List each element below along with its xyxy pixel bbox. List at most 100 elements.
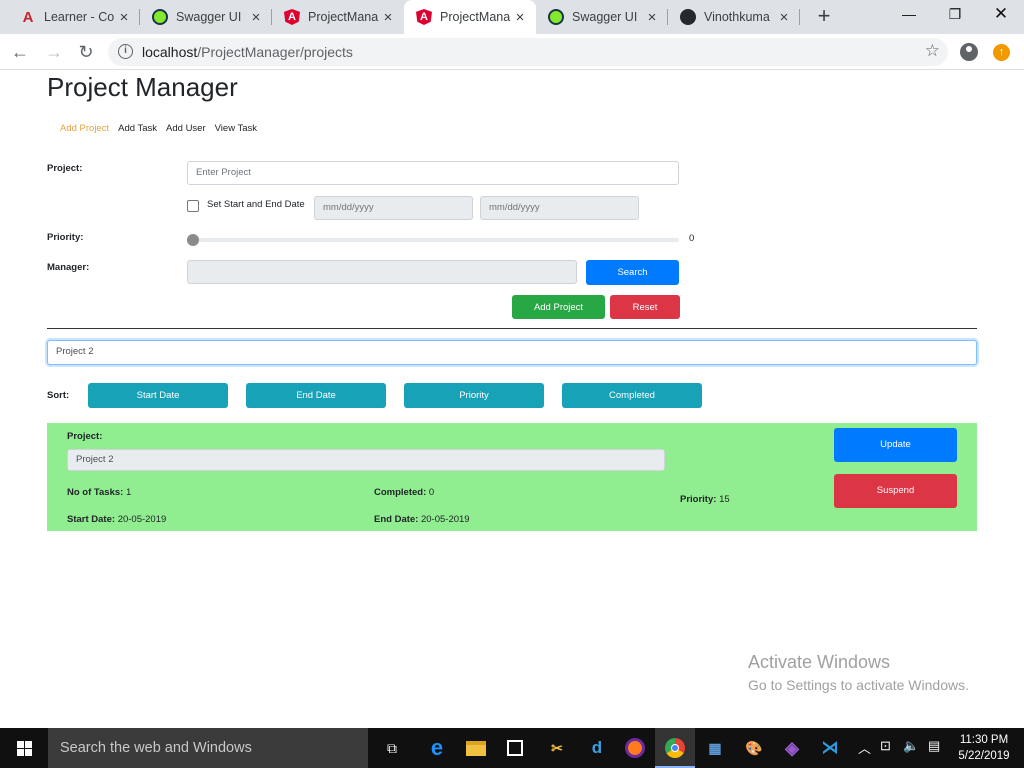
file-explorer-icon[interactable] (464, 736, 488, 760)
start-button[interactable] (0, 728, 48, 768)
add-project-button[interactable]: Add Project (512, 295, 605, 319)
close-icon[interactable]: × (644, 9, 660, 26)
divider (47, 328, 977, 329)
back-icon[interactable]: ← (8, 40, 32, 64)
browser-tab-strip: A Learner - Co × Swagger UI × A ProjectM… (0, 0, 1024, 34)
priority-slider[interactable] (187, 238, 679, 242)
chrome-icon[interactable] (663, 736, 687, 760)
sort-label: Sort: (47, 390, 70, 401)
network-icon[interactable]: ⊡ (880, 738, 891, 754)
new-tab-icon[interactable]: + (812, 5, 836, 29)
activate-windows-subtitle: Go to Settings to activate Windows. (748, 677, 969, 693)
tools-icon[interactable]: ✂ (545, 736, 569, 760)
card-start-date: Start Date: 20-05-2019 (67, 514, 167, 525)
minimize-icon[interactable]: — (886, 0, 932, 30)
project-card: Project: Project 2 No of Tasks: 1 Comple… (47, 423, 977, 531)
clock-time: 11:30 PM (959, 734, 1009, 746)
tab-title: Learner - Co (44, 10, 115, 24)
angular-icon: A (284, 9, 300, 25)
nav-add-task[interactable]: Add Task (118, 123, 157, 134)
windows-taskbar: Search the web and Windows ⧉ e ✂ d ▦ 🎨 ◈… (0, 728, 1024, 768)
tab-swagger-2[interactable]: Swagger UI × (536, 0, 668, 34)
manager-label: Manager: (47, 262, 90, 273)
priority-label: Priority: (47, 232, 84, 243)
browser-toolbar: ← → ↻ i localhost/ProjectManager/project… (0, 34, 1024, 70)
store-icon[interactable] (503, 736, 527, 760)
tab-title: Vinothkuma (704, 10, 770, 24)
priority-slider-thumb[interactable] (187, 234, 199, 246)
taskbar-search[interactable]: Search the web and Windows (48, 728, 368, 768)
tray-chevron-icon[interactable]: ︿ (858, 738, 871, 757)
url-text: localhost/ProjectManager/projects (142, 44, 353, 60)
close-icon[interactable]: × (512, 9, 528, 26)
end-date-input[interactable]: mm/dd/yyyy (480, 196, 639, 220)
suspend-button[interactable]: Suspend (834, 474, 957, 508)
tab-github[interactable]: Vinothkuma × (668, 0, 800, 34)
close-icon[interactable]: × (248, 9, 264, 26)
nav-add-project[interactable]: Add Project (60, 123, 109, 134)
app-nav: Add Project Add Task Add User View Task (60, 123, 266, 134)
volume-muted-icon[interactable]: 🔈 (903, 738, 919, 754)
swagger-icon (152, 9, 168, 25)
task-view-icon[interactable]: ⧉ (380, 736, 404, 760)
set-dates-checkbox[interactable] (187, 200, 199, 212)
sort-start-date-button[interactable]: Start Date (88, 383, 228, 408)
vscode-icon[interactable]: ⋊ (818, 736, 842, 760)
tab-projectmanager-active[interactable]: A ProjectMana × (404, 0, 536, 34)
page-title: Project Manager (47, 72, 238, 102)
tab-title: Swagger UI (572, 10, 638, 24)
close-icon[interactable]: × (380, 9, 396, 26)
tab-title: ProjectMana (308, 10, 379, 24)
window-close-icon[interactable]: ✕ (978, 0, 1024, 30)
clock-date: 5/22/2019 (958, 750, 1010, 762)
paint-icon[interactable]: 🎨 (742, 736, 766, 760)
extension-icon[interactable]: ↑ (993, 44, 1010, 61)
edge-icon[interactable]: e (425, 735, 449, 760)
forward-icon[interactable]: → (42, 40, 66, 64)
visual-studio-icon[interactable]: ◈ (780, 736, 804, 760)
restore-icon[interactable]: ❐ (932, 0, 978, 30)
set-dates-label: Set Start and End Date (207, 199, 305, 210)
card-end-date: End Date: 20-05-2019 (374, 514, 470, 525)
card-project-name: Project 2 (67, 449, 665, 471)
reset-button[interactable]: Reset (610, 295, 680, 319)
card-project-label: Project: (67, 431, 103, 442)
swagger-icon (548, 9, 564, 25)
close-icon[interactable]: × (116, 9, 132, 26)
notifications-icon[interactable]: ▤ (928, 738, 940, 754)
nav-add-user[interactable]: Add User (166, 123, 206, 134)
update-button[interactable]: Update (834, 428, 957, 462)
project-name-input[interactable]: Enter Project (187, 161, 679, 185)
card-priority: Priority: 15 (680, 494, 730, 505)
firefox-icon[interactable] (623, 736, 647, 760)
sort-completed-button[interactable]: Completed (562, 383, 702, 408)
reload-icon[interactable]: ↻ (74, 40, 98, 64)
account-icon[interactable] (960, 43, 978, 61)
manager-input[interactable] (187, 260, 577, 284)
card-tasks: No of Tasks: 1 (67, 487, 132, 498)
info-icon[interactable]: i (118, 44, 133, 59)
card-completed: Completed: 0 (374, 487, 435, 498)
nav-view-task[interactable]: View Task (215, 123, 257, 134)
taskbar-clock[interactable]: 11:30 PM 5/22/2019 (950, 732, 1018, 764)
activate-windows-title: Activate Windows (748, 652, 891, 672)
sort-priority-button[interactable]: Priority (404, 383, 544, 408)
sort-end-date-button[interactable]: End Date (246, 383, 386, 408)
tab-title: Swagger UI (176, 10, 242, 24)
start-date-input[interactable]: mm/dd/yyyy (314, 196, 473, 220)
search-manager-button[interactable]: Search (586, 260, 679, 285)
azure-data-studio-icon[interactable]: d (585, 736, 609, 760)
github-icon (680, 9, 696, 25)
tab-learner[interactable]: A Learner - Co × (8, 0, 140, 34)
tab-title: ProjectMana (440, 10, 511, 24)
learner-icon: A (22, 8, 34, 26)
project-search-input[interactable]: Project 2 (47, 340, 977, 365)
bookmark-star-icon[interactable]: ☆ (925, 41, 940, 61)
close-icon[interactable]: × (776, 9, 792, 26)
address-bar[interactable]: i localhost/ProjectManager/projects ☆ (108, 38, 948, 66)
project-label: Project: (47, 163, 83, 174)
tab-projectmanager-1[interactable]: A ProjectMana × (272, 0, 404, 34)
ssms-icon[interactable]: ▦ (703, 736, 727, 760)
tab-swagger-1[interactable]: Swagger UI × (140, 0, 272, 34)
priority-value: 0 (689, 233, 695, 244)
